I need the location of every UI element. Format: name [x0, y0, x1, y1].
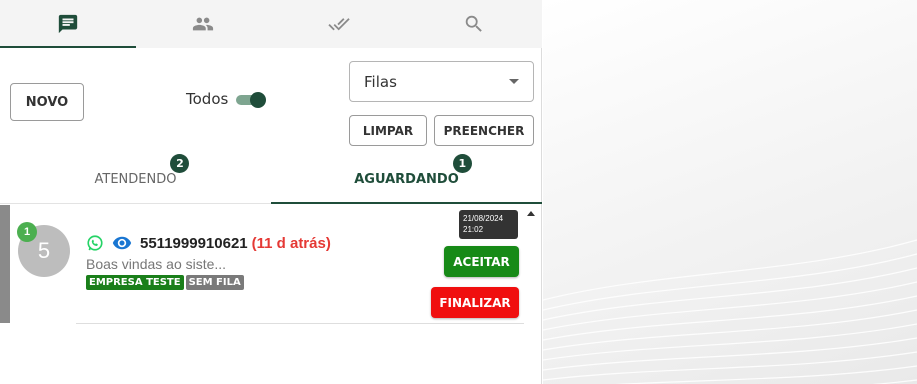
eye-icon[interactable]: [112, 233, 132, 253]
top-navigation: [0, 0, 542, 48]
unread-count-badge: 1: [17, 222, 37, 242]
chevron-down-icon: [509, 79, 519, 84]
contacts-icon: [193, 17, 214, 31]
item-divider: [76, 323, 524, 324]
ticket-header-line: 5511999910621 (11 d atrás): [86, 233, 331, 253]
waiting-count-badge: 1: [452, 153, 472, 173]
tab-search[interactable]: [407, 0, 543, 48]
fill-queues-button[interactable]: PREENCHER: [434, 115, 534, 146]
chevron-up-icon[interactable]: [527, 211, 535, 216]
background-wave-pattern: [543, 239, 917, 384]
show-all-toggle-group: Todos: [186, 90, 267, 108]
tab-waiting-text: AGUARDANDO: [354, 171, 459, 187]
search-icon: [466, 15, 483, 32]
contact-number: 5511999910621: [140, 234, 248, 252]
queue-select-value: Filas: [364, 72, 397, 91]
waiting-time: (11 d atrás): [251, 234, 331, 252]
accept-button[interactable]: ACEITAR: [444, 246, 519, 277]
queue-select[interactable]: Filas: [349, 61, 534, 102]
timestamp-badge: 21/08/2024 21:02: [459, 210, 518, 239]
ticket-time: 21:02: [463, 225, 484, 234]
queue-tag: SEM FILA: [185, 275, 244, 290]
tab-resolved[interactable]: [271, 0, 407, 48]
whatsapp-icon: [87, 235, 103, 251]
tickets-panel: NOVO Todos Filas LIMPAR PREENCHER ATENDE…: [0, 0, 542, 384]
chat-icon: [58, 14, 77, 34]
tab-attending-label: ATENDENDO 2: [94, 153, 190, 187]
ticket-status-tabs: ATENDENDO 2 AGUARDANDO 1: [0, 153, 542, 204]
last-message-preview: Boas vindas ao siste...: [86, 256, 227, 272]
finish-button[interactable]: FINALIZAR: [431, 287, 519, 318]
show-all-label: Todos: [186, 90, 229, 108]
switch-knob: [250, 92, 267, 108]
ticket-queue-color-bar: [0, 205, 10, 323]
tab-waiting-label: AGUARDANDO 1: [354, 153, 472, 187]
tab-contacts[interactable]: [136, 0, 272, 48]
ticket-tags: EMPRESA TESTE SEM FILA: [86, 275, 244, 290]
new-ticket-button[interactable]: NOVO: [10, 83, 84, 121]
company-tag: EMPRESA TESTE: [86, 275, 184, 290]
tab-attending[interactable]: ATENDENDO 2: [0, 153, 271, 203]
tab-attending-text: ATENDENDO: [94, 171, 177, 187]
attending-count-badge: 2: [170, 153, 190, 173]
ticket-list-item[interactable]: 5 1 5511999910621 (11 d atrás) Boas vind…: [0, 205, 542, 325]
show-all-switch[interactable]: [236, 92, 267, 108]
done-all-icon: [328, 18, 350, 31]
chat-background: [543, 0, 917, 384]
clear-queues-button[interactable]: LIMPAR: [349, 115, 427, 146]
tab-waiting[interactable]: AGUARDANDO 1: [271, 153, 542, 204]
tab-chats[interactable]: [0, 0, 136, 48]
ticket-date: 21/08/2024: [463, 214, 504, 223]
